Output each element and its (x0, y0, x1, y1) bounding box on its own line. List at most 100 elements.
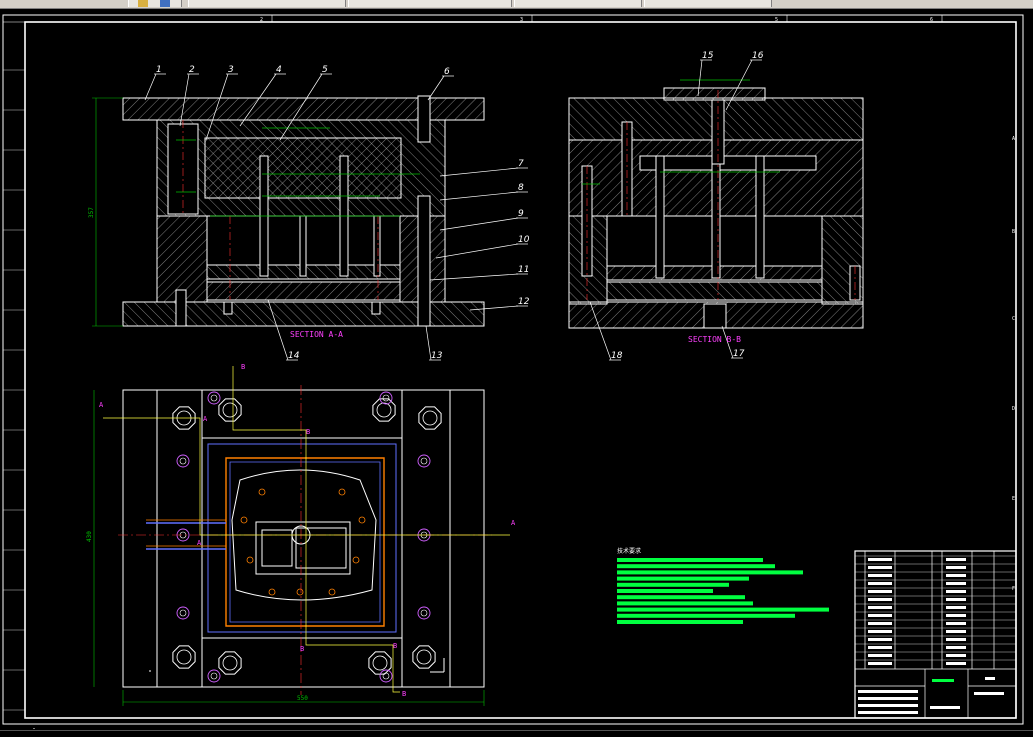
title-row-text (868, 622, 892, 625)
zone-right-C: C (1012, 316, 1015, 322)
title-row-text (946, 582, 966, 585)
toolbar-button-1[interactable] (128, 0, 182, 7)
part-number-16: 16 (752, 51, 764, 61)
screw-hole-inner (210, 672, 218, 680)
leader-line-10 (435, 243, 519, 259)
ejector-pin-hole (296, 588, 304, 596)
section-aa-label: SECTION A-A (290, 330, 343, 339)
bolt-hole (372, 398, 396, 422)
screw-hole-inner (210, 394, 218, 402)
toolbar-dropdown-color[interactable] (348, 0, 512, 7)
title-row-text (946, 638, 966, 641)
title-row-text (946, 630, 966, 633)
title-row-text (868, 638, 892, 641)
tech-note-line (617, 613, 795, 618)
tech-note-line (617, 570, 803, 575)
plan-centerlines (118, 385, 492, 695)
ejector-pin-hole (258, 488, 266, 496)
part-number-10: 10 (518, 235, 530, 245)
part-number-4: 4 (276, 65, 282, 75)
title-row-text (868, 606, 892, 609)
toolbar-dropdown-lineweight[interactable] (644, 0, 772, 7)
zone-right-E: E (1012, 496, 1015, 502)
bolt-hole (172, 645, 196, 669)
drawing-frame (2, 14, 1024, 725)
part-number-5: 5 (322, 65, 328, 75)
title-row-text (946, 662, 966, 665)
section-bb-label: SECTION B-B (688, 335, 741, 344)
part-number-18: 18 (611, 351, 623, 361)
ejector-pin-hole (358, 516, 366, 524)
tech-note-line (617, 582, 729, 587)
title-row-text (946, 622, 966, 625)
plan-cooling-lines (146, 457, 385, 627)
ejector-pin-hole (268, 588, 276, 596)
bolt-hole (368, 651, 392, 675)
part-number-13: 13 (431, 351, 443, 361)
part-number-7: 7 (518, 159, 524, 169)
plan-cut-lines (103, 366, 510, 693)
cut-marker-b-inner: B (306, 428, 310, 436)
zone-top-2: 2 (260, 17, 263, 23)
screw-hole (176, 454, 190, 468)
bolt-hole (218, 651, 242, 675)
part-number-2: 2 (189, 65, 195, 75)
part-number-11: 11 (518, 265, 529, 275)
bolt-hole-inner (222, 655, 238, 671)
plan-dimension-lines (93, 390, 485, 706)
part-number-1: 1 (156, 65, 162, 75)
overall-height-dim: 357 (88, 207, 95, 218)
title-row-text (868, 590, 892, 593)
leader-line-6 (427, 75, 445, 101)
cut-marker-a-right: A (511, 519, 516, 527)
bolt-hole (218, 398, 242, 422)
title-row-text (946, 598, 966, 601)
part-number-9: 9 (518, 209, 524, 219)
title-text (858, 704, 918, 707)
part-number-14: 14 (288, 351, 300, 361)
bolt-hole-inner (422, 410, 438, 426)
part-number-15: 15 (702, 51, 714, 61)
screw-hole (207, 669, 221, 683)
screw-hole-inner (420, 609, 428, 617)
top-toolbar (0, 0, 1033, 9)
cut-marker-a-left: A (99, 401, 104, 409)
screw-hole-inner (179, 457, 187, 465)
layer-icon[interactable] (138, 0, 148, 7)
title-row-text (868, 662, 892, 665)
cut-marker-b-lower: B (393, 642, 397, 650)
title-row-text (946, 558, 966, 561)
cut-marker-b-top: B (241, 363, 245, 371)
plan-view (122, 389, 485, 688)
ejector-pin-hole (352, 556, 360, 564)
bolt-hole (412, 645, 436, 669)
cut-marker-labels: A A A A B B B B B (99, 363, 516, 698)
tech-notes-heading: 技术要求 (617, 547, 641, 555)
ejector-pin-hole (246, 556, 254, 564)
screw-hole (417, 606, 431, 620)
zone-top-6: 6 (930, 17, 933, 23)
toolbar-dropdown-linetype[interactable] (514, 0, 642, 7)
part-number-6: 6 (444, 67, 450, 77)
leader-line-9 (439, 217, 519, 231)
title-row-text (946, 574, 966, 577)
zone-right-F: F (1012, 586, 1015, 592)
plan-width-dim: 550 (297, 695, 308, 702)
title-row-text (946, 614, 966, 617)
leader-line-1 (144, 73, 157, 101)
screw-hole (379, 669, 393, 683)
title-row-text (868, 614, 892, 617)
bolt-hole-inner (416, 649, 432, 665)
properties-icon[interactable] (160, 0, 170, 7)
tech-note-line (617, 564, 775, 569)
tech-note-line (617, 576, 749, 581)
drawing-canvas[interactable]: 2 3 5 6ABCDEF 1 2 3 4 5 6789101112131415… (0, 9, 1033, 729)
toolbar-dropdown-layer[interactable] (188, 0, 346, 7)
screw-hole-inner (420, 457, 428, 465)
tech-note-line (617, 558, 763, 562)
zone-right-D: D (1012, 406, 1015, 412)
title-row-text (946, 566, 966, 569)
title-row-text (868, 558, 892, 561)
screw-hole-inner (179, 609, 187, 617)
tech-note-line (617, 595, 745, 600)
